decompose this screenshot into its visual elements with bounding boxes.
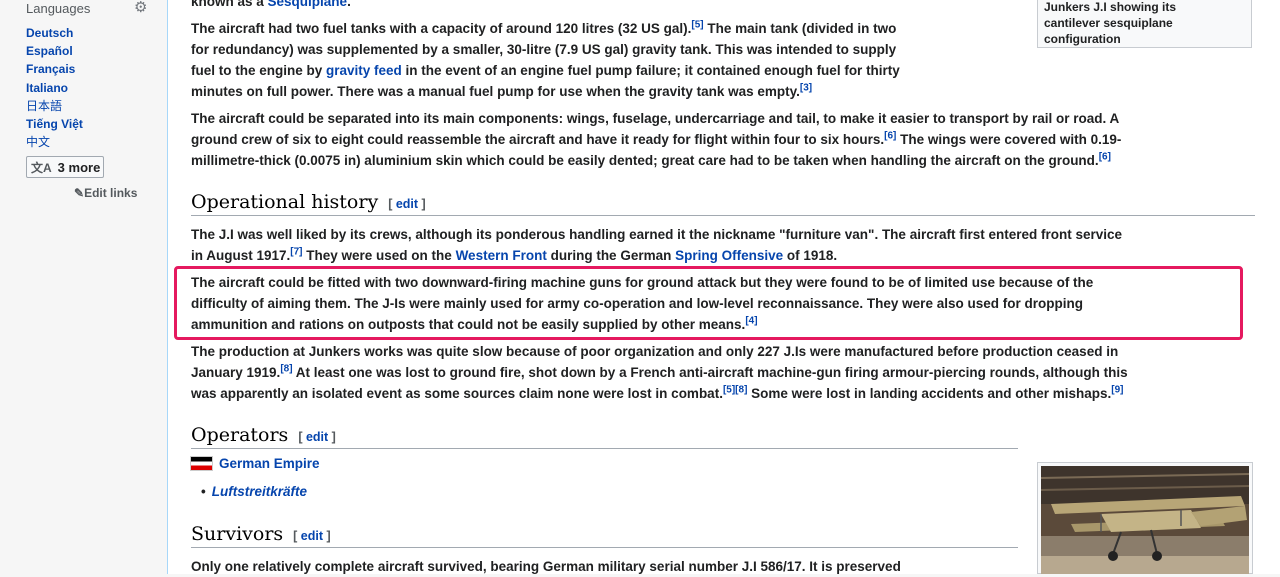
paragraph-fuel: The aircraft had two fuel tanks with a c… (191, 19, 900, 99)
edit-section-link[interactable]: [ edit ] (293, 529, 331, 543)
paragraph-operational-1: The J.I was well liked by its crews, alt… (191, 227, 1123, 263)
language-item[interactable]: Tiếng Việt (26, 117, 83, 135)
edit-links-link[interactable]: ✎Edit links (74, 186, 137, 200)
edit-section-link[interactable]: [ edit ] (388, 197, 426, 211)
language-item[interactable]: 日本語 (26, 99, 83, 117)
languages-heading: Languages (26, 1, 91, 16)
reference-link[interactable]: [7] (290, 247, 302, 258)
operator-country: German Empire (190, 456, 320, 471)
more-languages-button[interactable]: 文A 3 more (26, 156, 104, 178)
western-front-link[interactable]: Western Front (456, 248, 547, 263)
german-empire-flag-icon (190, 456, 213, 471)
cut-off-line: known as a Sesquiplane. (191, 0, 351, 12)
thumbnail-caption-box: Junkers J.I showing its cantilever sesqu… (1037, 0, 1252, 48)
luftstreitkraefte-link[interactable]: Luftstreitkräfte (212, 484, 307, 499)
bullet-icon: • (201, 484, 206, 499)
heading-operators: Operators[ edit ] (191, 424, 1018, 449)
spring-offensive-link[interactable]: Spring Offensive (675, 248, 783, 263)
gravity-feed-link[interactable]: gravity feed (326, 63, 402, 78)
highlight-box (174, 266, 1243, 340)
heading-operational-history: Operational history[ edit ] (191, 191, 1255, 216)
pencil-icon: ✎ (74, 186, 85, 200)
aircraft-photo[interactable] (1037, 462, 1253, 574)
reference-link[interactable]: [6] (1099, 152, 1111, 163)
sesquiplane-link[interactable]: Sesquiplane (268, 0, 348, 9)
thumbnail-caption: Junkers J.I showing its cantilever sesqu… (1044, 0, 1177, 46)
language-item[interactable]: Español (26, 44, 83, 62)
reference-link[interactable]: [5][8] (723, 385, 747, 396)
list-item: • Luftstreitkräfte (201, 484, 307, 499)
reference-link[interactable]: [5] (691, 20, 703, 31)
paragraph-operational-3: The production at Junkers works was quit… (191, 344, 1128, 401)
reference-link[interactable]: [9] (1111, 385, 1123, 396)
gear-icon[interactable]: ⚙ (134, 0, 147, 15)
reference-link[interactable]: [8] (280, 364, 292, 375)
reference-link[interactable]: [3] (800, 83, 812, 94)
language-list: Deutsch Español Français Italiano 日本語 Ti… (26, 26, 83, 153)
heading-survivors: Survivors[ edit ] (191, 523, 1018, 548)
language-item[interactable]: Français (26, 62, 83, 80)
paragraph-components: The aircraft could be separated into its… (191, 111, 1122, 168)
german-empire-link[interactable]: German Empire (219, 456, 320, 471)
aircraft-image-icon (1041, 466, 1249, 574)
reference-link[interactable]: [6] (884, 131, 896, 142)
language-item[interactable]: Deutsch (26, 26, 83, 44)
edit-section-link[interactable]: [ edit ] (298, 430, 336, 444)
translate-icon: 文A (31, 161, 52, 175)
sidebar: Languages ⚙ Deutsch Español Français Ita… (0, 0, 167, 574)
language-item[interactable]: 中文 (26, 135, 83, 153)
language-item[interactable]: Italiano (26, 81, 83, 99)
